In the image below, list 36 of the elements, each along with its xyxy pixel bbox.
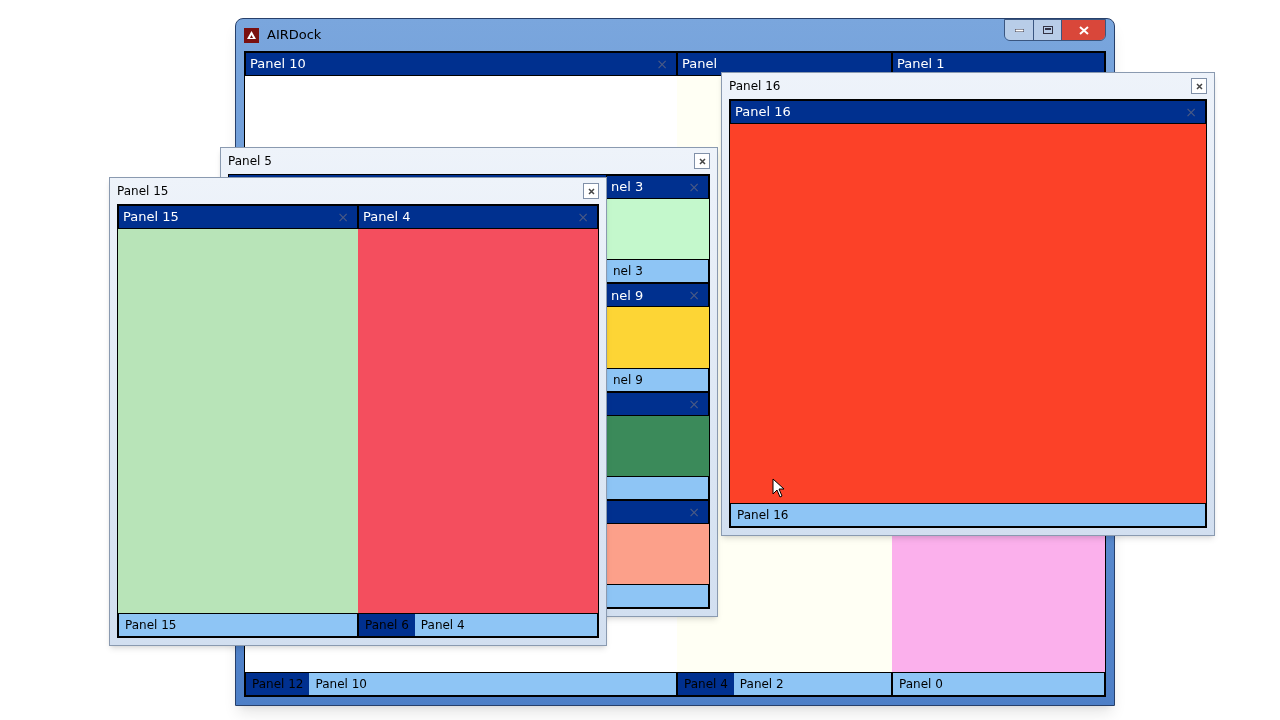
panel-title: Panel <box>682 55 718 74</box>
close-icon <box>698 157 706 165</box>
panel-title: Panel 16 <box>735 103 791 122</box>
panel-close-button[interactable]: × <box>684 180 704 194</box>
close-icon <box>587 187 595 195</box>
panel-title: Panel 1 <box>897 55 945 74</box>
maximize-button[interactable] <box>1033 20 1061 40</box>
close-button[interactable] <box>1061 20 1105 40</box>
panel-title: Panel 10 <box>250 55 306 74</box>
panel-tab[interactable]: Panel 12 <box>246 673 310 695</box>
panel-tab[interactable]: Panel 6 <box>359 614 415 636</box>
panel-title: Panel 15 <box>123 208 179 227</box>
minimize-icon <box>1014 28 1024 32</box>
window-title: Panel 16 <box>729 78 781 95</box>
panel-tab[interactable]: Panel 4 <box>678 673 734 695</box>
panel-title: nel 3 <box>611 178 644 197</box>
panel-close-button[interactable]: × <box>684 504 704 519</box>
window-title: Panel 5 <box>228 153 272 170</box>
window-close-button[interactable] <box>583 183 599 199</box>
maximize-icon <box>1042 26 1053 34</box>
panel-close-button[interactable]: × <box>652 57 672 71</box>
panel-close-button[interactable]: × <box>1181 105 1201 119</box>
window-title: Panel 15 <box>117 183 169 200</box>
window-close-button[interactable] <box>694 153 710 169</box>
close-icon <box>1195 82 1203 90</box>
window-title: AIRDock <box>267 26 322 45</box>
panel-title: nel 9 <box>611 286 644 305</box>
panel-close-button[interactable]: × <box>684 288 704 303</box>
close-icon <box>1078 25 1089 35</box>
app-icon <box>244 27 259 43</box>
panel-close-button[interactable]: × <box>573 210 593 224</box>
window-close-button[interactable] <box>1191 78 1207 94</box>
panel-close-button[interactable]: × <box>333 210 353 224</box>
panel-close-button[interactable]: × <box>684 396 704 411</box>
panel-title: Panel 4 <box>363 208 411 227</box>
mouse-cursor-icon <box>772 478 785 498</box>
